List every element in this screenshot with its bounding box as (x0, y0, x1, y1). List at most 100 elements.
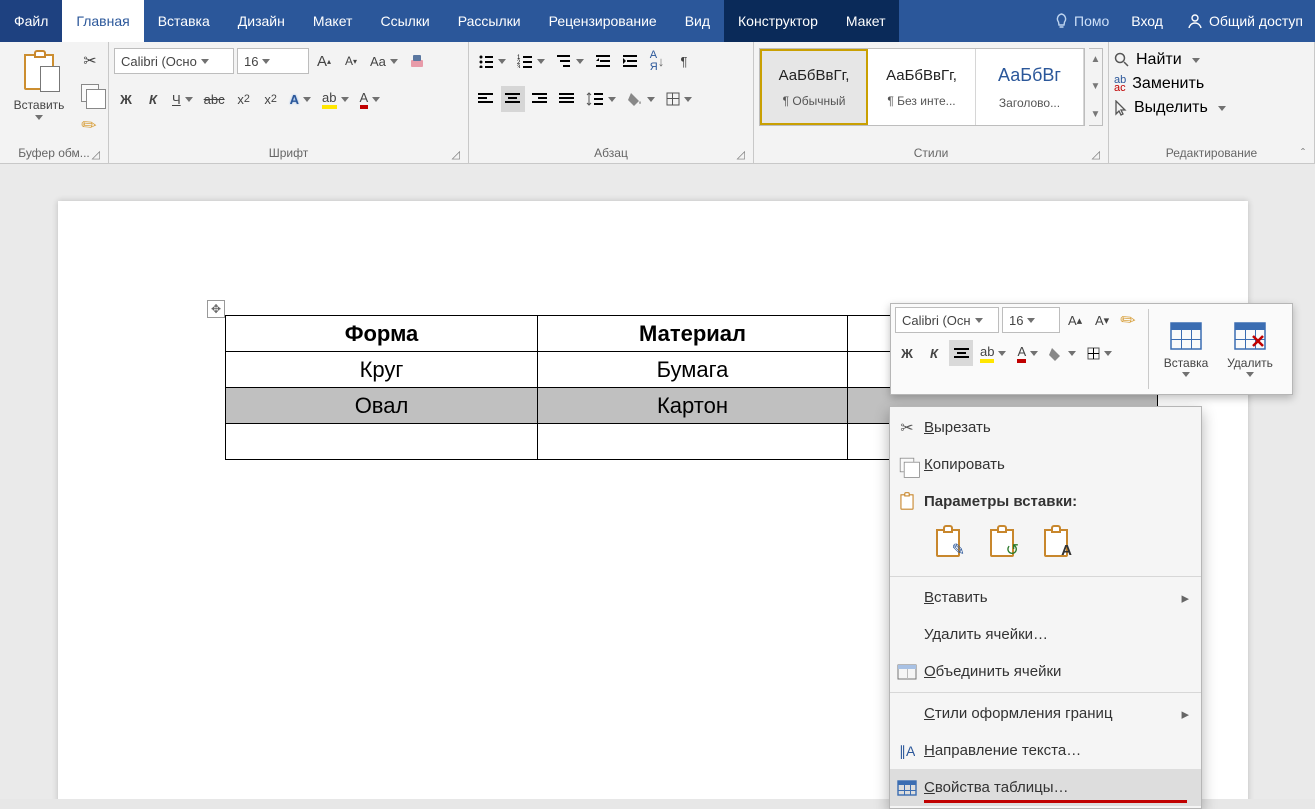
align-center-button[interactable] (501, 86, 525, 112)
mini-italic[interactable]: К (922, 340, 946, 366)
align-left-button[interactable] (474, 86, 498, 112)
justify-button[interactable] (555, 86, 579, 112)
change-case-button[interactable]: Aa (366, 48, 402, 74)
context-merge-cells[interactable]: Объединить ячейки (890, 653, 1201, 690)
context-table-properties[interactable]: Свойства таблицы… (890, 769, 1201, 806)
mini-font-color[interactable]: A (1013, 340, 1042, 366)
mini-highlight[interactable]: ab (976, 340, 1010, 366)
select-button[interactable]: Выделить (1114, 99, 1226, 117)
gallery-down-icon[interactable]: ▼ (1091, 81, 1101, 92)
mini-borders[interactable] (1083, 340, 1116, 366)
mini-shading[interactable] (1045, 340, 1080, 366)
replace-button[interactable]: abacЗаменить (1114, 75, 1204, 93)
submenu-arrow-icon: ▸ (1181, 705, 1189, 723)
tab-mailings[interactable]: Рассылки (444, 0, 535, 42)
tab-layout[interactable]: Макет (299, 0, 367, 42)
tab-view[interactable]: Вид (671, 0, 724, 42)
copy-button[interactable] (77, 80, 103, 106)
clear-formatting-button[interactable] (405, 48, 429, 74)
style-heading[interactable]: АаБбВгЗаголово... (976, 49, 1084, 125)
mini-insert-button[interactable]: Вставка (1156, 307, 1216, 391)
group-editing-label: Редактирование (1166, 146, 1257, 160)
mini-delete-button[interactable]: Удалить (1220, 307, 1280, 391)
bold-button[interactable]: Ж (114, 86, 138, 112)
tab-insert[interactable]: Вставка (144, 0, 224, 42)
font-name-combo[interactable]: Calibri (Осно (114, 48, 234, 74)
highlight-button[interactable]: ab (318, 86, 352, 112)
mini-align-center[interactable] (949, 340, 973, 366)
context-paste-options-label: Параметры вставки: (890, 483, 1201, 520)
strikethrough-button[interactable]: abc (200, 86, 229, 112)
format-painter-button[interactable] (77, 112, 103, 138)
context-text-direction[interactable]: ∥A Направление текста… (890, 732, 1201, 769)
mini-font-combo[interactable]: Calibri (Осн (895, 307, 999, 333)
styles-gallery[interactable]: АаБбВвГг,¶ Обычный АаБбВвГг,¶ Без инте..… (759, 48, 1085, 126)
numbering-button[interactable]: 123 (513, 48, 549, 74)
paste-text-only-icon[interactable]: A (1038, 525, 1074, 561)
share-button[interactable]: Общий доступ (1175, 0, 1315, 42)
gallery-up-icon[interactable]: ▲ (1091, 54, 1101, 65)
gallery-expand-icon[interactable]: ▼ (1091, 109, 1101, 120)
context-cut[interactable]: Вырезать (890, 409, 1201, 446)
dialog-launcher-icon[interactable]: ◿ (452, 148, 460, 161)
underline-button[interactable]: Ч (168, 86, 197, 112)
find-button[interactable]: Найти (1114, 51, 1200, 69)
table-move-handle[interactable]: ✥ (207, 300, 225, 318)
font-color-button[interactable]: A (356, 86, 385, 112)
sign-in-button[interactable]: Вход (1119, 0, 1175, 42)
table-cell[interactable]: Форма (226, 316, 538, 352)
sort-button[interactable]: AЯ↓ (645, 48, 669, 74)
collapse-ribbon-icon[interactable]: ˆ (1301, 146, 1305, 160)
dialog-launcher-icon[interactable]: ◿ (92, 148, 100, 161)
tab-table-layout[interactable]: Макет (832, 0, 900, 42)
table-cell[interactable]: Картон (538, 388, 848, 424)
align-right-button[interactable] (528, 86, 552, 112)
borders-button[interactable] (662, 86, 696, 112)
mini-bold[interactable]: Ж (895, 340, 919, 366)
show-marks-button[interactable]: ¶ (672, 48, 696, 74)
context-insert[interactable]: Вставить ▸ (890, 579, 1201, 616)
table-cell[interactable]: Бумага (538, 352, 848, 388)
decrease-indent-button[interactable] (591, 48, 615, 74)
shrink-font-button[interactable]: A▾ (339, 48, 363, 74)
shading-button[interactable] (623, 86, 659, 112)
superscript-button[interactable]: x2 (259, 86, 283, 112)
context-delete-cells[interactable]: Удалить ячейки… (890, 616, 1201, 653)
style-normal[interactable]: АаБбВвГг,¶ Обычный (760, 49, 868, 125)
mini-grow-font[interactable]: A▴ (1063, 307, 1087, 333)
paste-button[interactable]: Вставить (5, 48, 73, 122)
style-no-spacing[interactable]: АаБбВвГг,¶ Без инте... (868, 49, 976, 125)
increase-indent-button[interactable] (618, 48, 642, 74)
mini-size-combo[interactable]: 16 (1002, 307, 1060, 333)
dialog-launcher-icon[interactable]: ◿ (1092, 148, 1100, 161)
paste-keep-source-icon[interactable]: ✎ (930, 525, 966, 561)
table-cell[interactable] (226, 424, 538, 460)
mini-shrink-font[interactable]: A▾ (1090, 307, 1114, 333)
table-cell[interactable]: Овал (226, 388, 538, 424)
context-border-styles[interactable]: Стили оформления границ ▸ (890, 695, 1201, 732)
bullets-button[interactable] (474, 48, 510, 74)
tell-me-search[interactable]: Помо (1045, 13, 1119, 29)
context-copy[interactable]: Копировать (890, 446, 1201, 483)
mini-format-painter[interactable] (1117, 307, 1141, 333)
tab-references[interactable]: Ссылки (366, 0, 443, 42)
subscript-button[interactable]: x2 (232, 86, 256, 112)
tab-review[interactable]: Рецензирование (535, 0, 671, 42)
multilevel-list-button[interactable] (552, 48, 588, 74)
tab-file[interactable]: Файл (0, 0, 62, 42)
submenu-arrow-icon: ▸ (1181, 589, 1189, 607)
table-cell[interactable]: Материал (538, 316, 848, 352)
dialog-launcher-icon[interactable]: ◿ (737, 148, 745, 161)
line-spacing-button[interactable] (582, 86, 620, 112)
grow-font-button[interactable]: A▴ (312, 48, 336, 74)
table-cell[interactable] (538, 424, 848, 460)
tab-home[interactable]: Главная (62, 0, 143, 42)
italic-button[interactable]: К (141, 86, 165, 112)
text-effects-button[interactable]: A (286, 86, 315, 112)
font-size-combo[interactable]: 16 (237, 48, 309, 74)
tab-table-design[interactable]: Конструктор (724, 0, 832, 42)
paste-merge-icon[interactable]: ↺ (984, 525, 1020, 561)
table-cell[interactable]: Круг (226, 352, 538, 388)
tab-design[interactable]: Дизайн (224, 0, 299, 42)
cut-button[interactable] (77, 48, 103, 74)
